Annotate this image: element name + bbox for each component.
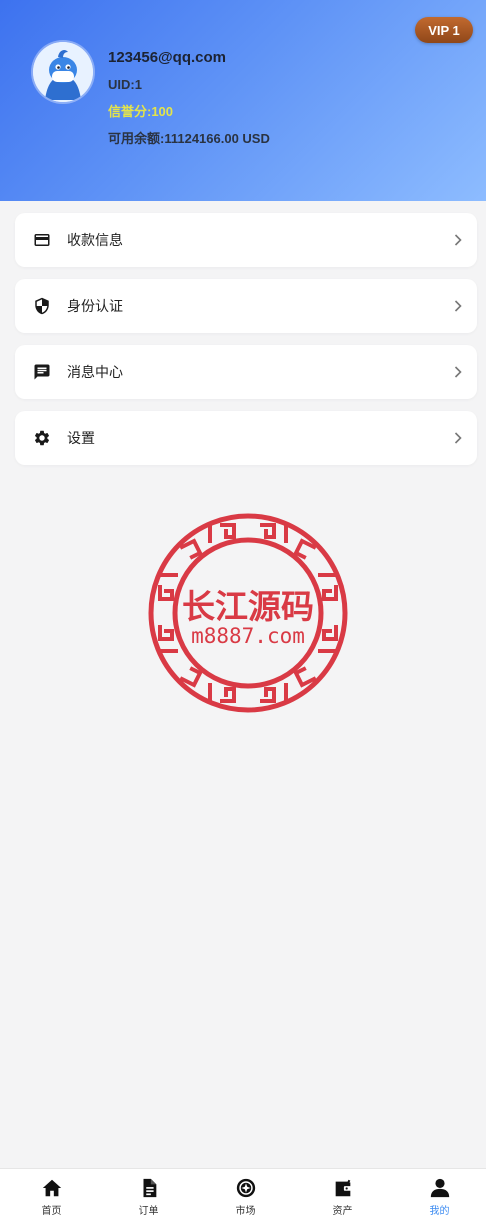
credit-score: 信誉分:100 <box>108 104 174 119</box>
chevron-right-icon <box>454 366 462 378</box>
nav-label: 我的 <box>429 1206 450 1217</box>
nav-label: 市场 <box>235 1206 256 1217</box>
wallet-icon <box>335 1179 351 1197</box>
gear-icon <box>34 430 50 446</box>
nav-label: 订单 <box>138 1206 159 1217</box>
user-email: 123456@qq.com <box>108 49 227 66</box>
menu-item-label: 消息中心 <box>67 365 123 381</box>
profile-info: 123456@qq.com UID:1 信誉分:100 可用余额:1112416… <box>108 48 270 148</box>
menu-item-label: 设置 <box>67 431 95 447</box>
nav-item-mine[interactable]: 我的 <box>391 1169 486 1224</box>
profile-header: VIP 1 123456@qq.com UID:1 信誉分:100 可用余额:1… <box>0 0 486 201</box>
document-icon <box>143 1178 156 1198</box>
message-icon <box>34 364 50 380</box>
nav-item-home[interactable]: 首页 <box>3 1169 100 1224</box>
chevron-right-icon <box>454 432 462 444</box>
mascot-avatar-icon <box>33 42 93 102</box>
user-uid: UID:1 <box>108 77 142 92</box>
menu-item-label: 身份认证 <box>67 299 123 315</box>
nav-item-assets[interactable]: 资产 <box>294 1169 391 1224</box>
chevron-right-icon <box>454 234 462 246</box>
menu-item-payment-info[interactable]: 收款信息 <box>15 213 477 267</box>
watermark-stamp: 长江源码 m8887.com <box>146 511 350 715</box>
watermark-title: 长江源码 <box>182 587 314 626</box>
menu-item-label: 收款信息 <box>67 233 123 249</box>
shield-icon <box>35 297 49 315</box>
home-icon <box>42 1179 61 1197</box>
nav-label: 资产 <box>332 1206 353 1217</box>
nav-item-market[interactable]: 市场 <box>197 1169 294 1224</box>
bottom-nav: 首页 订单 市场 资产 我的 <box>0 1168 486 1224</box>
menu-item-messages[interactable]: 消息中心 <box>15 345 477 399</box>
menu-item-identity[interactable]: 身份认证 <box>15 279 477 333</box>
watermark-url: m8887.com <box>191 624 305 648</box>
seal-icon: 长江源码 m8887.com <box>148 513 348 713</box>
chevron-right-icon <box>454 300 462 312</box>
vip-badge[interactable]: VIP 1 <box>415 17 473 43</box>
card-icon <box>34 234 50 246</box>
available-balance: 可用余额:11124166.00 USD <box>108 131 270 146</box>
nav-label: 首页 <box>41 1206 62 1217</box>
menu-item-settings[interactable]: 设置 <box>15 411 477 465</box>
user-icon <box>430 1178 449 1198</box>
market-icon <box>236 1178 255 1198</box>
nav-item-orders[interactable]: 订单 <box>100 1169 197 1224</box>
avatar[interactable] <box>33 42 93 102</box>
